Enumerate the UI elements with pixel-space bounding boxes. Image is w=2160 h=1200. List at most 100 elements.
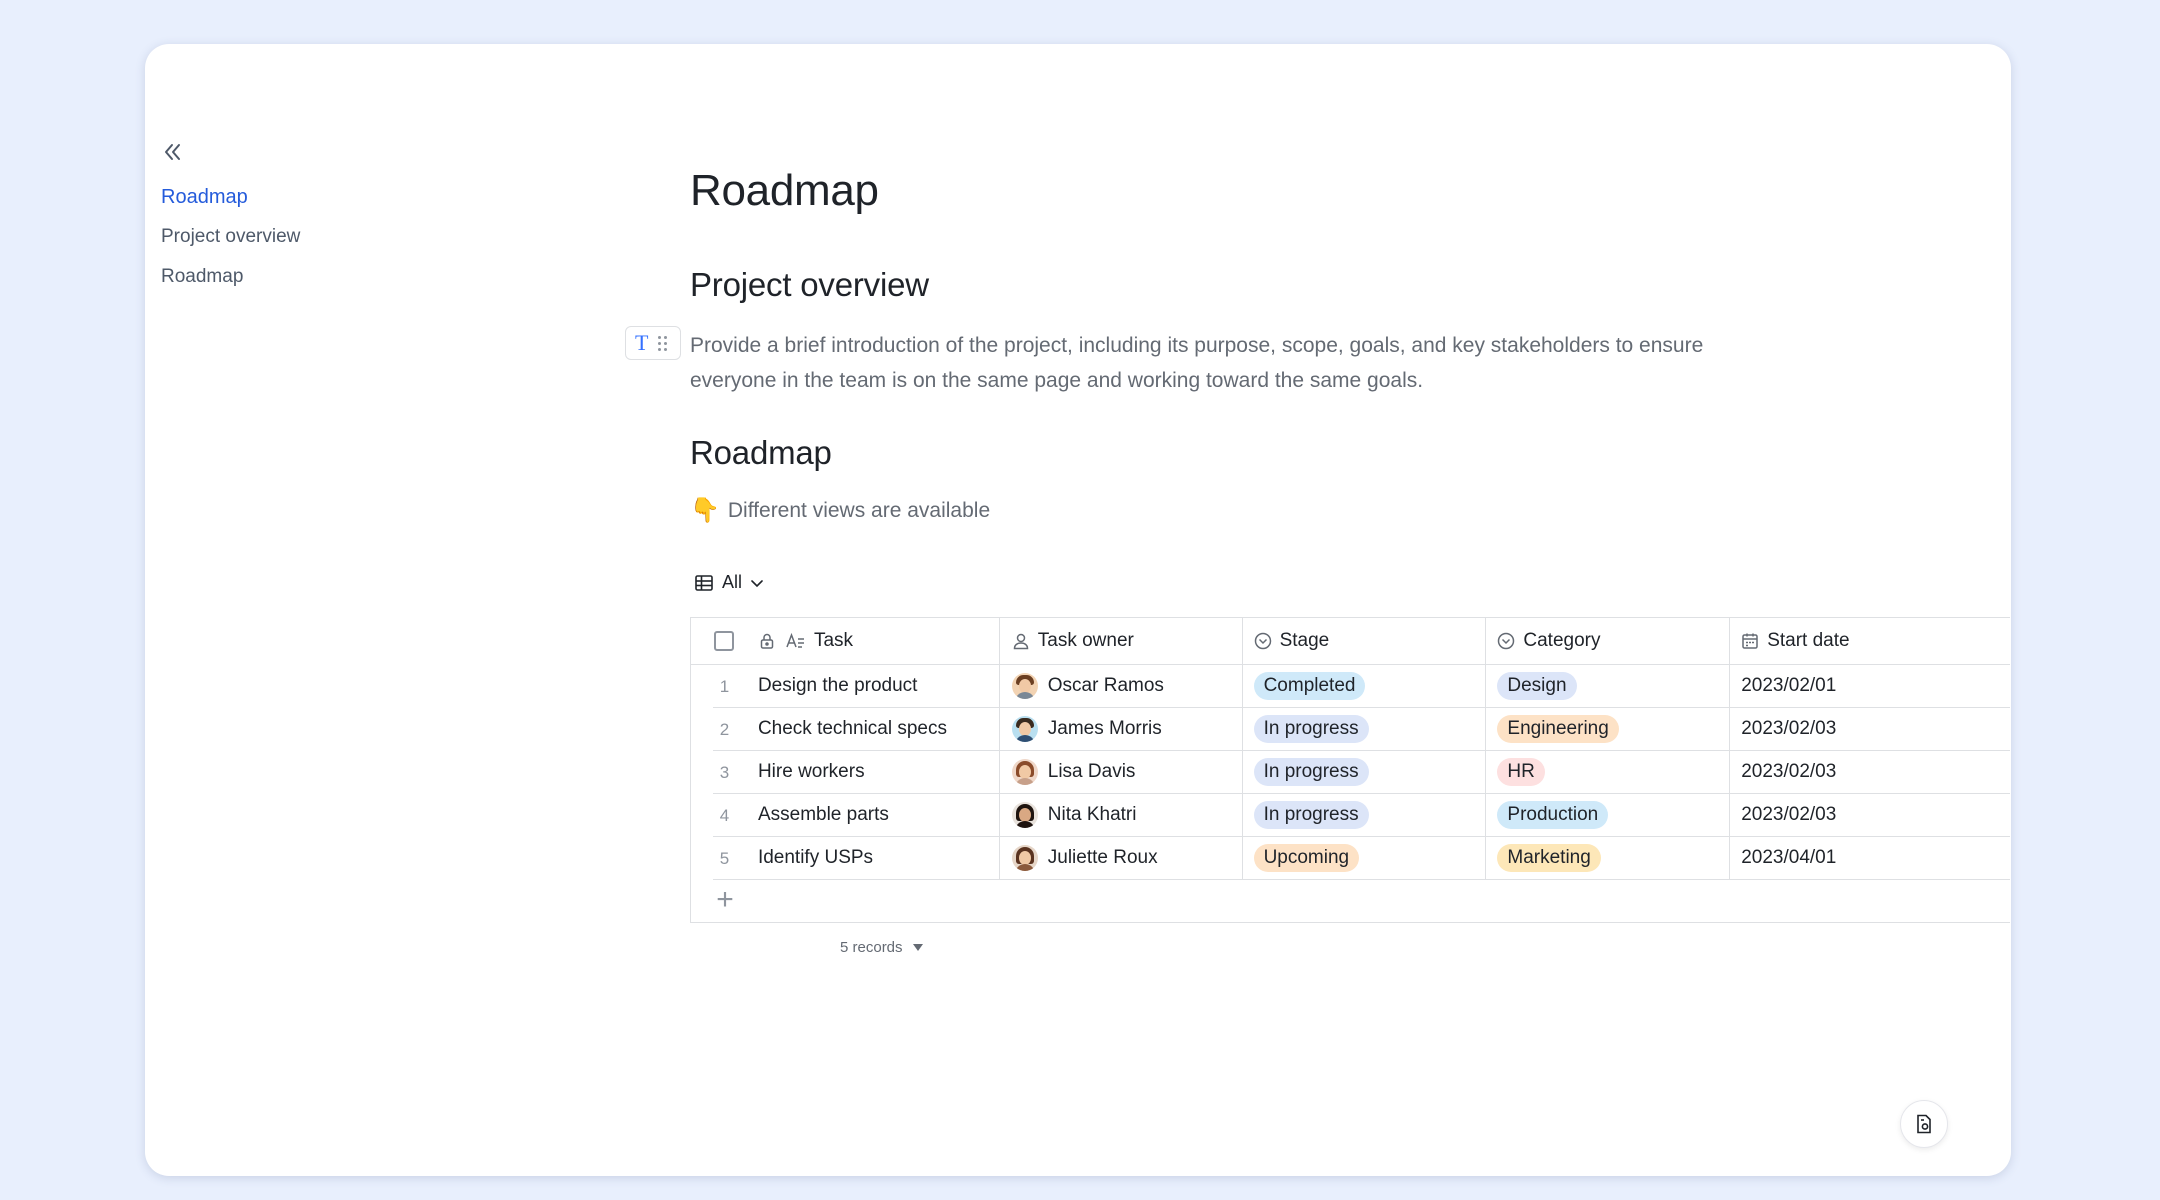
category-cell[interactable]: HR [1486, 751, 1731, 794]
task-cell[interactable]: Hire workers [757, 751, 1000, 794]
person-icon [1013, 633, 1029, 650]
toc-item-roadmap-section[interactable]: Roadmap [161, 257, 300, 297]
stage-tag: In progress [1253, 758, 1369, 786]
table-footer-row: + [691, 880, 2010, 923]
avatar [1011, 802, 1038, 828]
view-selector-label: All [722, 572, 743, 592]
stage-cell[interactable]: In progress [1242, 708, 1487, 751]
category-tag: Marketing [1497, 844, 1601, 872]
stage-cell[interactable]: Upcoming [1242, 837, 1487, 880]
table-row[interactable]: 3 Hire workers Lisa Davis In progress HR… [691, 751, 2010, 794]
column-header-stage[interactable]: Stage [1242, 618, 1487, 665]
task-cell[interactable]: Design the product [757, 665, 1000, 708]
record-count-label: 5 records [840, 939, 903, 956]
roadmap-table: Task Task owner Stage Category Start dat… [690, 617, 2010, 923]
task-cell[interactable]: Assemble parts [757, 794, 1000, 837]
table-header-row: Task Task owner Stage Category Start dat… [691, 618, 2010, 665]
row-index[interactable]: 1 [691, 665, 758, 708]
row-index[interactable]: 4 [691, 794, 758, 837]
row-index[interactable]: 3 [691, 751, 758, 794]
stage-cell[interactable]: Completed [1242, 665, 1487, 708]
calendar-icon [1742, 633, 1758, 649]
toc-item-roadmap[interactable]: Roadmap [161, 177, 300, 217]
grid-view-icon [695, 574, 713, 591]
table-row[interactable]: 2 Check technical specs James Morris In … [691, 708, 2010, 751]
avatar [1011, 759, 1038, 785]
category-cell[interactable]: Marketing [1486, 837, 1731, 880]
overview-paragraph[interactable]: Provide a brief introduction of the proj… [690, 328, 1790, 398]
owner-name: Juliette Roux [1047, 847, 1158, 868]
collapse-sidebar-icon[interactable] [157, 136, 189, 168]
toc-item-project-overview[interactable]: Project overview [161, 217, 300, 257]
table-row[interactable]: 4 Assemble parts Nita Khatri In progress… [691, 794, 2010, 837]
chevron-down-icon [751, 579, 763, 587]
row-index[interactable]: 2 [691, 708, 758, 751]
select-all-checkbox[interactable] [714, 631, 735, 651]
table-of-contents: Roadmap Project overview Roadmap [161, 177, 300, 297]
category-tag: Engineering [1497, 715, 1619, 743]
start-date-cell[interactable]: 2023/04/01 [1730, 837, 2010, 880]
page-title[interactable]: Roadmap [690, 166, 879, 216]
text-block-icon: T [635, 330, 649, 355]
owner-cell[interactable]: James Morris [999, 708, 1243, 751]
task-cell[interactable]: Identify USPs [757, 837, 1000, 880]
avatar [1011, 673, 1038, 699]
owner-cell[interactable]: Nita Khatri [999, 794, 1243, 837]
column-label-stage: Stage [1279, 630, 1330, 651]
stage-tag: Upcoming [1253, 844, 1360, 872]
column-label-category: Category [1523, 630, 1601, 651]
owner-cell[interactable]: Oscar Ramos [999, 665, 1243, 708]
drag-handle-icon[interactable] [658, 335, 668, 351]
stage-tag: In progress [1253, 715, 1369, 743]
single-select-icon [1498, 632, 1515, 650]
start-date-cell[interactable]: 2023/02/01 [1730, 665, 2010, 708]
category-tag: Design [1497, 672, 1577, 700]
category-cell[interactable]: Design [1486, 665, 1731, 708]
add-record-button[interactable]: + [713, 885, 737, 915]
views-hint: 👇 Different views are available [690, 496, 990, 525]
app-window: Roadmap Project overview Roadmap Roadmap… [145, 44, 2011, 1176]
stage-tag: In progress [1253, 801, 1369, 829]
single-select-icon [1254, 632, 1271, 650]
column-header-owner[interactable]: Task owner [999, 618, 1243, 665]
stage-cell[interactable]: In progress [1242, 794, 1487, 837]
document-settings-icon [1917, 1114, 1931, 1134]
floating-action-button[interactable] [1900, 1100, 1948, 1148]
column-header-start-date[interactable]: Start date [1730, 618, 2010, 665]
view-selector[interactable]: All [694, 572, 764, 593]
task-cell[interactable]: Check technical specs [757, 708, 1000, 751]
column-header-task[interactable]: Task [757, 618, 1000, 665]
views-hint-text: Different views are available [727, 498, 991, 522]
column-label-start-date: Start date [1767, 630, 1850, 651]
caret-down-icon [912, 944, 923, 951]
table-row[interactable]: 5 Identify USPs Juliette Roux Upcoming M… [691, 837, 2010, 880]
avatar [1011, 845, 1038, 871]
owner-name: Lisa Davis [1047, 761, 1136, 782]
category-tag: Production [1497, 801, 1609, 829]
category-cell[interactable]: Engineering [1486, 708, 1731, 751]
category-tag: HR [1497, 758, 1545, 786]
overview-heading[interactable]: Project overview [690, 266, 929, 304]
stage-tag: Completed [1253, 672, 1366, 700]
lock-icon [760, 633, 774, 649]
block-type-handle[interactable]: T [625, 326, 681, 360]
column-label-owner: Task owner [1037, 630, 1134, 651]
row-index[interactable]: 5 [691, 837, 758, 880]
category-cell[interactable]: Production [1486, 794, 1731, 837]
pointing-down-icon: 👇 [690, 497, 720, 524]
owner-cell[interactable]: Juliette Roux [999, 837, 1243, 880]
column-header-category[interactable]: Category [1486, 618, 1731, 665]
stage-cell[interactable]: In progress [1242, 751, 1487, 794]
owner-name: Oscar Ramos [1047, 675, 1164, 696]
owner-cell[interactable]: Lisa Davis [999, 751, 1243, 794]
owner-name: James Morris [1047, 718, 1162, 739]
column-label-task: Task [813, 630, 854, 651]
start-date-cell[interactable]: 2023/02/03 [1730, 794, 2010, 837]
start-date-cell[interactable]: 2023/02/03 [1730, 708, 2010, 751]
roadmap-heading[interactable]: Roadmap [690, 434, 832, 472]
table-row[interactable]: 1 Design the product Oscar Ramos Complet… [691, 665, 2010, 708]
owner-name: Nita Khatri [1047, 804, 1137, 825]
header-select-cell [691, 618, 758, 665]
record-count[interactable]: 5 records [840, 939, 923, 956]
start-date-cell[interactable]: 2023/02/03 [1730, 751, 2010, 794]
